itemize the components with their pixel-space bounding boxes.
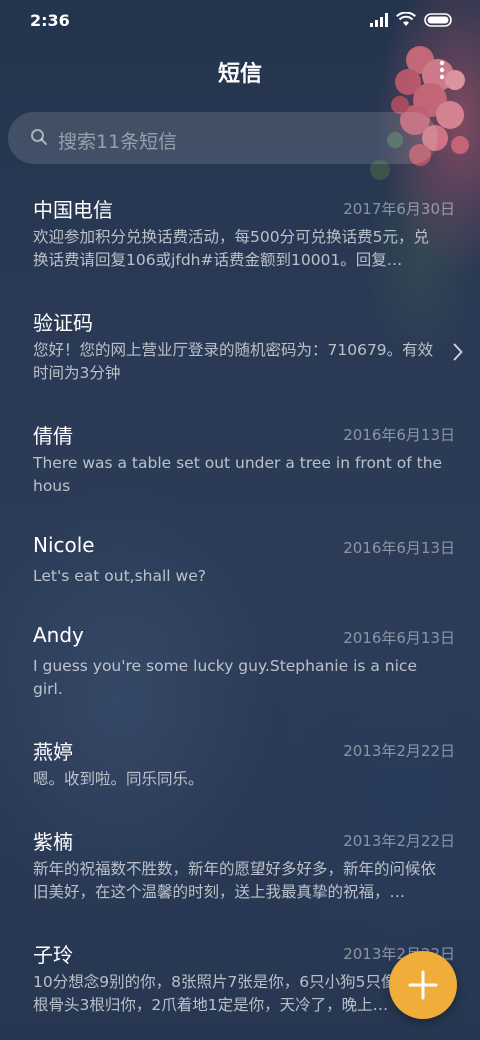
plus-icon bbox=[408, 970, 438, 1000]
page-title: 短信 bbox=[217, 62, 262, 87]
message-date: 2016年6月13日 bbox=[343, 539, 455, 557]
status-bar: 2:36 bbox=[0, 0, 480, 40]
search-icon bbox=[31, 129, 47, 145]
message-preview: 您好！您的网上营业厅登录的随机密码为：710679。有效时间为3分钟 bbox=[33, 341, 434, 382]
message-sender: 紫楠 bbox=[33, 830, 73, 854]
more-vertical-icon bbox=[439, 60, 445, 80]
search-input[interactable]: 搜索11条短信 bbox=[8, 112, 438, 164]
chevron-right-icon bbox=[453, 343, 463, 361]
message-preview: Let's eat out,shall we? bbox=[33, 567, 206, 585]
message-date: 2017年6月30日 bbox=[343, 200, 455, 218]
message-date: 2013年2月22日 bbox=[343, 832, 455, 850]
message-preview: I guess you're some lucky guy.Stephanie … bbox=[33, 657, 417, 698]
message-sender: 倩倩 bbox=[33, 424, 73, 448]
new-message-button[interactable] bbox=[389, 951, 457, 1019]
search-placeholder: 搜索11条短信 bbox=[58, 131, 178, 153]
message-preview: There was a table set out under a tree i… bbox=[33, 454, 443, 495]
message-preview: 新年的祝福数不胜数，新年的愿望好多好多，新年的问候依旧美好，在这个温馨的时刻，送… bbox=[33, 860, 437, 901]
wifi-icon bbox=[396, 12, 416, 26]
message-item[interactable]: Nicole 2016年6月13日 Let's eat out,shall we… bbox=[33, 533, 455, 607]
message-item[interactable]: 紫楠 2013年2月22日 新年的祝福数不胜数，新年的愿望好多好多，新年的问候依… bbox=[33, 826, 455, 922]
signal-icon bbox=[370, 12, 388, 27]
message-sender: 子玲 bbox=[33, 943, 73, 967]
status-icons bbox=[370, 12, 454, 27]
message-date: 2013年2月22日 bbox=[343, 742, 455, 760]
message-item[interactable]: 燕婷 2013年2月22日 嗯。收到啦。同乐同乐。 bbox=[33, 736, 455, 810]
message-sender: Nicole bbox=[33, 533, 95, 557]
message-sender: Andy bbox=[33, 623, 84, 647]
header: 短信 bbox=[0, 40, 480, 100]
battery-icon bbox=[424, 12, 452, 27]
message-item[interactable]: Andy 2016年6月13日 I guess you're some luck… bbox=[33, 623, 455, 719]
message-item[interactable]: 倩倩 2016年6月13日 There was a table set out … bbox=[33, 420, 455, 516]
message-date: 2016年6月13日 bbox=[343, 629, 455, 647]
message-sender: 验证码 bbox=[33, 311, 93, 335]
message-item[interactable]: 中国电信 2017年6月30日 欢迎参加积分兑换话费活动，每500分可兑换话费5… bbox=[33, 194, 455, 290]
message-sender: 中国电信 bbox=[33, 198, 113, 222]
message-preview: 嗯。收到啦。同乐同乐。 bbox=[33, 770, 204, 788]
message-date: 2016年6月13日 bbox=[343, 426, 455, 444]
message-preview: 欢迎参加积分兑换话费活动，每500分可兑换话费5元，兑换话费请回复106或jfd… bbox=[33, 228, 429, 269]
message-sender: 燕婷 bbox=[33, 740, 73, 764]
message-item[interactable]: 验证码 您好！您的网上营业厅登录的随机密码为：710679。有效时间为3分钟 bbox=[33, 307, 463, 403]
more-options-button[interactable] bbox=[428, 54, 456, 86]
message-preview: 10分想念9别的你，8张照片7张是你，6只小狗5只像你，4根骨头3根归你，2爪着… bbox=[33, 973, 438, 1014]
status-time: 2:36 bbox=[30, 11, 70, 30]
